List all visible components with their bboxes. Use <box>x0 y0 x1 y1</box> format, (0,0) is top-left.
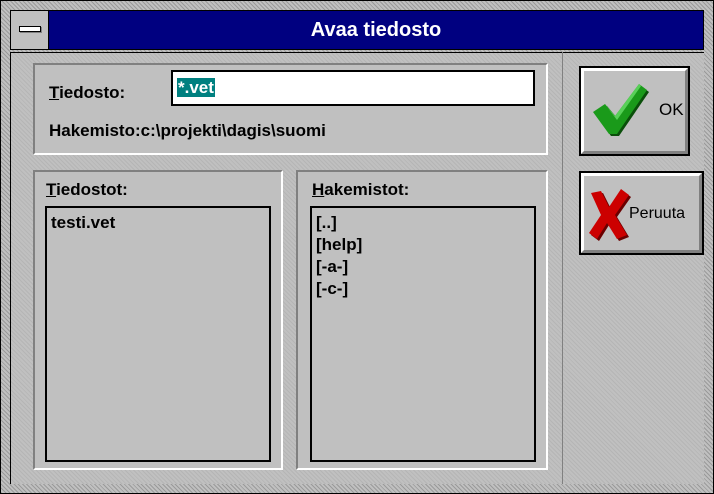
files-title-text: iedostot: <box>56 180 128 199</box>
current-directory: Hakemisto:c:\projekti\dagis\suomi <box>49 121 326 141</box>
system-menu-button[interactable] <box>11 11 49 49</box>
files-listbox[interactable]: testi.vet <box>45 206 271 462</box>
ok-button[interactable]: OK <box>579 66 690 156</box>
list-item[interactable]: [help] <box>316 234 530 256</box>
file-name-label: Tiedosto: <box>49 83 125 103</box>
directory-label: Hakemisto: <box>49 121 141 140</box>
minus-bar-icon <box>19 26 41 32</box>
list-item[interactable]: [-c-] <box>316 278 530 300</box>
cancel-label: Peruuta <box>629 205 686 222</box>
file-name-label-text: iedosto: <box>59 83 126 102</box>
directory-path: c:\projekti\dagis\suomi <box>140 121 326 140</box>
file-name-accelerator: T <box>49 83 60 102</box>
title-bar[interactable]: Avaa tiedosto <box>10 10 704 50</box>
file-name-panel: Tiedosto: *.vet Hakemisto:c:\projekti\da… <box>33 63 548 155</box>
list-item[interactable]: testi.vet <box>51 212 265 234</box>
file-name-input[interactable]: *.vet <box>171 70 535 106</box>
directories-accelerator: H <box>312 180 325 199</box>
directories-panel: Hakemistot: [..] [help] [-a-] [-c-] <box>296 170 548 470</box>
files-panel: Tiedostot: testi.vet <box>33 170 283 470</box>
cancel-button[interactable]: Peruuta <box>579 171 704 255</box>
ok-label: OK <box>659 100 684 119</box>
red-x-icon <box>589 189 631 241</box>
file-name-input-value: *.vet <box>177 78 215 97</box>
window-title: Avaa tiedosto <box>310 19 442 41</box>
directories-list-title: Hakemistot: <box>312 180 409 200</box>
list-item[interactable]: [..] <box>316 212 530 234</box>
directories-listbox[interactable]: [..] [help] [-a-] [-c-] <box>310 206 536 462</box>
directories-title-text: akemistot: <box>324 180 410 199</box>
files-accelerator: T <box>46 180 57 199</box>
checkmark-icon <box>593 84 649 136</box>
list-item[interactable]: [-a-] <box>316 256 530 278</box>
files-list-title: Tiedostot: <box>46 180 128 200</box>
